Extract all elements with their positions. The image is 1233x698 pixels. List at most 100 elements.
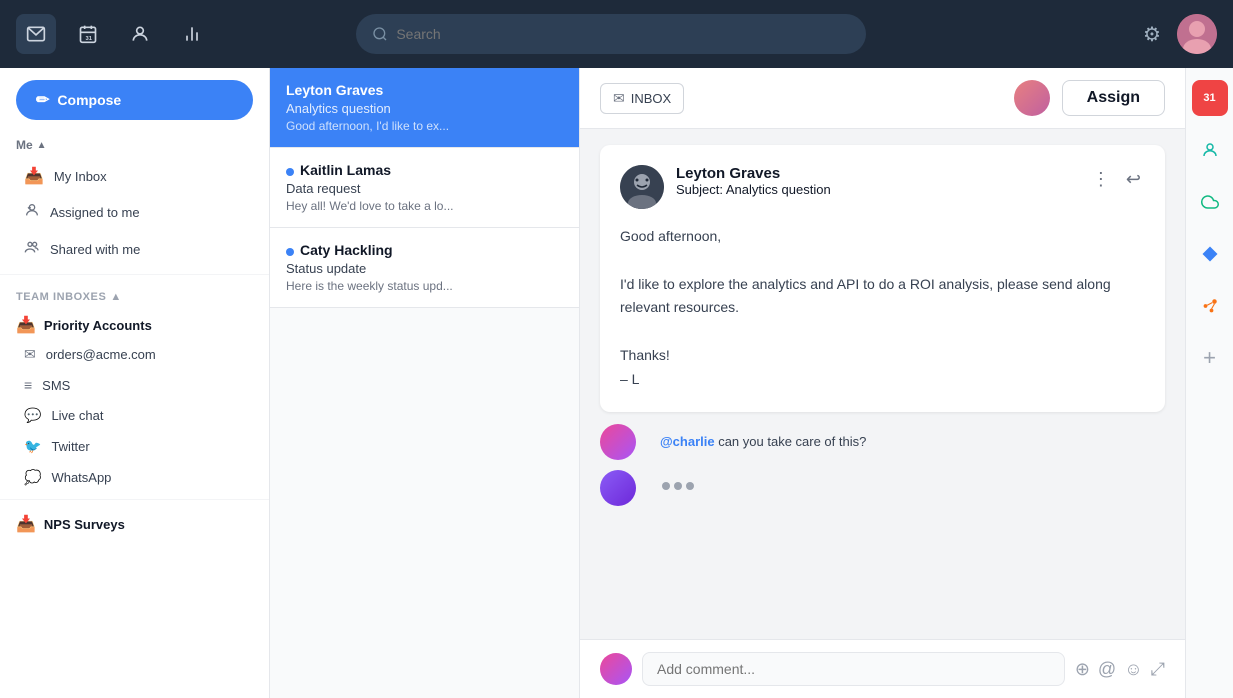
conv-preview-2: Here is the weekly status upd...	[286, 279, 563, 293]
shared-icon	[24, 239, 40, 260]
compose-icon: ✏	[36, 90, 49, 110]
commenter-avatar-1	[600, 470, 636, 506]
sidebar-item-assigned-to-me[interactable]: Assigned to me	[8, 194, 261, 231]
topnav-right: ⚙	[1143, 14, 1217, 54]
email-actions: ⋮ ↩	[1088, 165, 1145, 194]
inbox-nav-icon[interactable]	[16, 14, 56, 54]
sidebar-item-my-inbox[interactable]: 📥 My Inbox	[8, 158, 261, 194]
left-sidebar: ✏ Compose Me ▲ 📥 My Inbox Assigned to me	[0, 68, 270, 698]
sidebar-item-sms[interactable]: ≡ SMS	[0, 370, 269, 400]
commenter-avatar-0	[600, 424, 636, 460]
conversation-item-0[interactable]: Leyton Graves Analytics question Good af…	[270, 68, 579, 148]
sidebar-item-orders[interactable]: ✉ orders@acme.com	[0, 339, 269, 370]
nps-icon: 📥	[16, 514, 36, 534]
emoji-icon-button[interactable]: ☺	[1124, 659, 1142, 680]
comment-section: @charlie can you take care of this?	[600, 424, 1165, 506]
conv-preview-1: Hey all! We'd love to take a lo...	[286, 199, 563, 213]
far-right-calendar-icon[interactable]: 31	[1192, 80, 1228, 116]
assigned-icon	[24, 202, 40, 223]
sms-icon: ≡	[24, 377, 32, 393]
sidebar-item-live-chat[interactable]: 💬 Live chat	[0, 400, 269, 431]
unread-dot-2	[286, 248, 294, 256]
compose-label: Compose	[57, 92, 121, 108]
conv-name-2: Caty Hackling	[300, 242, 393, 258]
email-from-row: Leyton Graves Subject: Analytics questio…	[620, 165, 1145, 209]
email-body-area: Leyton Graves Subject: Analytics questio…	[580, 129, 1185, 639]
comment-item-1	[600, 470, 1165, 506]
more-options-button[interactable]: ⋮	[1088, 165, 1114, 194]
mention-charlie: @charlie	[660, 434, 715, 449]
my-inbox-label: My Inbox	[54, 169, 107, 184]
conv-subject-2: Status update	[286, 261, 563, 276]
far-right-hubspot-icon[interactable]	[1192, 288, 1228, 324]
inbox-icon: 📥	[24, 166, 44, 186]
conversations-panel: Leyton Graves Analytics question Good af…	[270, 68, 580, 698]
priority-inbox-icon: 📥	[16, 315, 36, 335]
email-icon: ✉	[24, 346, 36, 363]
chat-icon: 💬	[24, 407, 41, 424]
main-layout: ✏ Compose Me ▲ 📥 My Inbox Assigned to me	[0, 68, 1233, 698]
sidebar-item-priority-accounts[interactable]: 📥 Priority Accounts	[0, 307, 269, 339]
comment-input-avatar	[600, 653, 632, 685]
charts-nav-icon[interactable]	[172, 14, 212, 54]
sender-avatar-inner	[620, 165, 664, 209]
sender-avatar	[620, 165, 664, 209]
email-body-text: Good afternoon, I'd like to explore the …	[620, 225, 1145, 392]
email-content-panel: ✉ INBOX Assign	[580, 68, 1185, 698]
unread-dot-1	[286, 168, 294, 176]
comment-input-area: ⊕ @ ☺ ⤢	[580, 639, 1185, 698]
sidebar-item-whatsapp[interactable]: 💭 WhatsApp	[0, 462, 269, 493]
chevron-up-icon: ▲	[37, 140, 47, 151]
typing-indicator	[646, 470, 710, 502]
calendar-nav-icon[interactable]: 31	[68, 14, 108, 54]
mention-icon-button[interactable]: @	[1098, 659, 1116, 680]
chevron-up-icon-team: ▲	[110, 291, 121, 303]
settings-icon[interactable]: ⚙	[1143, 22, 1161, 47]
me-section-header[interactable]: Me ▲	[0, 132, 269, 158]
add-icon-button[interactable]: ⊕	[1075, 659, 1090, 680]
assign-button[interactable]: Assign	[1062, 80, 1165, 116]
twitter-icon: 🐦	[24, 438, 41, 455]
far-right-cloud-icon[interactable]	[1192, 184, 1228, 220]
comment-item-0: @charlie can you take care of this?	[600, 424, 1165, 460]
sender-info: Leyton Graves Subject: Analytics questio…	[676, 165, 1076, 197]
sidebar-item-shared-with-me[interactable]: Shared with me	[8, 231, 261, 268]
search-icon	[372, 26, 388, 42]
team-inboxes-header[interactable]: Team Inboxes ▲	[0, 281, 269, 307]
comment-input[interactable]	[642, 652, 1065, 686]
comment-text-0: can you take care of this?	[715, 434, 867, 449]
contacts-nav-icon[interactable]	[120, 14, 160, 54]
sidebar-item-twitter[interactable]: 🐦 Twitter	[0, 431, 269, 462]
user-avatar-top[interactable]	[1177, 14, 1217, 54]
far-right-contact-icon[interactable]	[1192, 132, 1228, 168]
email-header: ✉ INBOX Assign	[580, 68, 1185, 129]
reply-button[interactable]: ↩	[1122, 165, 1145, 194]
divider-2	[0, 499, 269, 500]
typing-dot-3	[686, 482, 694, 490]
email-message: Leyton Graves Subject: Analytics questio…	[600, 145, 1165, 412]
far-right-diamond-icon[interactable]	[1192, 236, 1228, 272]
typing-dot-1	[662, 482, 670, 490]
svg-text:31: 31	[86, 36, 93, 42]
comment-bubble-0: @charlie can you take care of this?	[646, 424, 880, 459]
conv-subject-1: Data request	[286, 181, 563, 196]
expand-icon-button[interactable]: ⤢	[1151, 659, 1165, 680]
inbox-badge-label: INBOX	[631, 91, 671, 106]
conv-name-0: Leyton Graves	[286, 82, 383, 98]
conversation-item-1[interactable]: Kaitlin Lamas Data request Hey all! We'd…	[270, 148, 579, 228]
compose-button[interactable]: ✏ Compose	[16, 80, 253, 120]
assigned-to-me-label: Assigned to me	[50, 205, 140, 220]
sender-name: Leyton Graves	[676, 165, 1076, 182]
inbox-badge-icon: ✉	[613, 90, 625, 107]
conv-subject-0: Analytics question	[286, 101, 563, 116]
input-actions: ⊕ @ ☺ ⤢	[1075, 659, 1165, 680]
conv-preview-0: Good afternoon, I'd like to ex...	[286, 119, 563, 133]
search-bar[interactable]	[356, 14, 866, 54]
conv-name-1: Kaitlin Lamas	[300, 162, 391, 178]
far-right-add-icon[interactable]: +	[1192, 340, 1228, 376]
search-input[interactable]	[396, 26, 850, 42]
shared-with-me-label: Shared with me	[50, 242, 140, 257]
conversation-item-2[interactable]: Caty Hackling Status update Here is the …	[270, 228, 579, 308]
inbox-badge: ✉ INBOX	[600, 83, 684, 114]
sidebar-item-nps-surveys[interactable]: 📥 NPS Surveys	[0, 506, 269, 538]
